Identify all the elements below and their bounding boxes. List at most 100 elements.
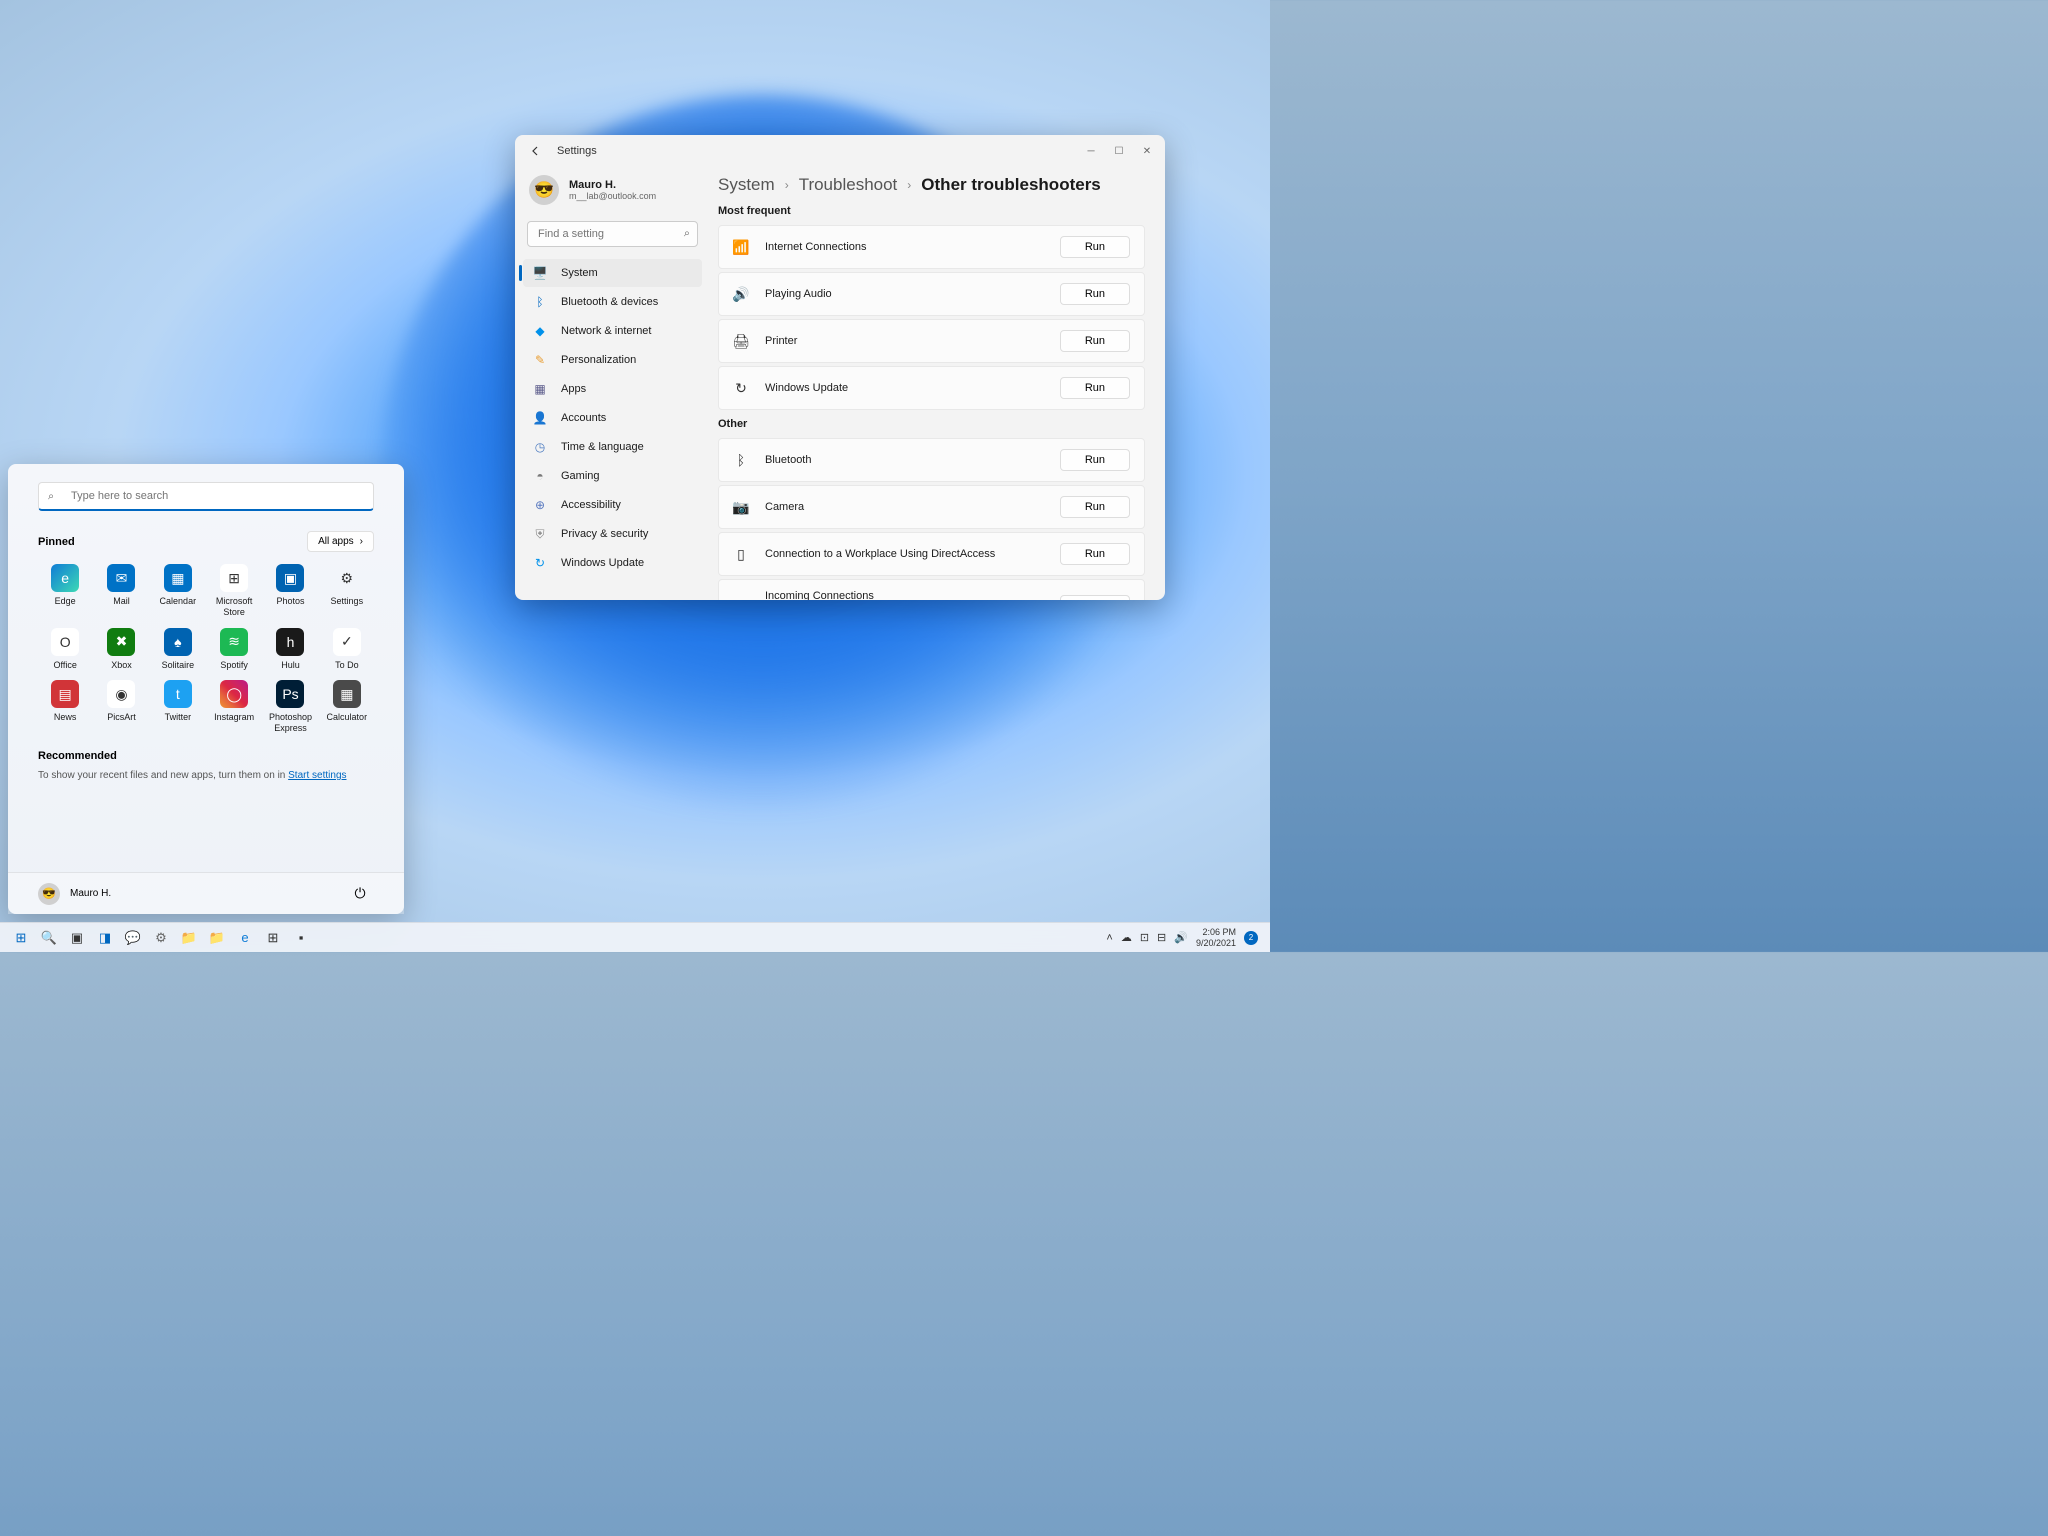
run-button[interactable]: Run [1060,377,1130,399]
back-button[interactable] [519,135,551,167]
app-tile-edge[interactable]: eEdge [38,560,92,622]
notification-badge[interactable]: 2 [1244,931,1258,945]
troubleshooter-row: ↻Windows UpdateRun [718,366,1145,410]
troubleshooter-label: Connection to a Workplace Using DirectAc… [765,548,1044,560]
app-icon: ▦ [164,564,192,592]
nav-label: Bluetooth & devices [561,296,658,308]
troubleshooter-row: ᛒ Bluetooth Run [718,438,1145,482]
taskbar-start-icon[interactable]: ⊞ [8,925,34,951]
volume-icon[interactable]: 🔊 [1174,931,1188,944]
app-tile-to-do[interactable]: ✓To Do [320,624,374,675]
app-label: Xbox [111,660,132,671]
app-tile-picsart[interactable]: ◉PicsArt [94,676,148,738]
run-button[interactable]: Run [1060,595,1130,600]
troubleshooter-label: Printer [765,335,1044,347]
nav-item-gaming[interactable]: ◓Gaming [523,462,702,490]
nav-icon: ◆ [533,324,547,338]
user-profile[interactable]: 😎 Mauro H. m__lab@outlook.com [523,167,702,221]
start-settings-link[interactable]: Start settings [288,770,346,781]
taskbar-terminal-icon[interactable]: ▪ [288,925,314,951]
troubleshooter-label: Bluetooth [765,454,1044,466]
app-tile-photos[interactable]: ▣Photos [263,560,317,622]
taskbar-taskview-icon[interactable]: ▣ [64,925,90,951]
network-board-icon[interactable]: ⊟ [1157,931,1166,944]
breadcrumb-troubleshoot[interactable]: Troubleshoot [799,175,898,195]
troubleshooter-icon: 📷 [733,499,749,516]
app-tile-spotify[interactable]: ≋Spotify [207,624,261,675]
run-button[interactable]: Run [1060,496,1130,518]
avatar-icon: 😎 [529,175,559,205]
run-button[interactable]: Run [1060,330,1130,352]
close-button[interactable]: ✕ [1133,139,1161,163]
app-tile-office[interactable]: OOffice [38,624,92,675]
taskbar: ⊞🔍▣◨💬⚙📁📁e⊞▪ ˄ ☁ ⊡ ⊟ 🔊 2:06 PM 9/20/2021 … [0,922,1270,952]
app-tile-photoshop-express[interactable]: PsPhotoshop Express [263,676,317,738]
user-name: Mauro H. [569,179,656,191]
nav-icon: ↻ [533,556,547,570]
footer-user-button[interactable]: 😎 Mauro H. [38,883,111,905]
run-button[interactable]: Run [1060,236,1130,258]
power-button[interactable]: ⏻ [346,880,374,908]
app-tile-calendar[interactable]: ▦Calendar [151,560,205,622]
run-button[interactable]: Run [1060,283,1130,305]
app-icon: ♠ [164,628,192,656]
nav-item-accessibility[interactable]: ⊕Accessibility [523,491,702,519]
all-apps-button[interactable]: All apps › [307,531,374,552]
app-tile-news[interactable]: ▤News [38,676,92,738]
nav-item-accounts[interactable]: 👤Accounts [523,404,702,432]
nav-item-privacy-security[interactable]: ⛨Privacy & security [523,520,702,548]
app-label: Instagram [214,712,254,723]
troubleshooter-icon: ᛒ [733,452,749,468]
nav-icon: ◷ [533,440,547,454]
nav-item-bluetooth-devices[interactable]: ᛒBluetooth & devices [523,288,702,316]
nav-item-system[interactable]: 🖥️System [523,259,702,287]
app-tile-twitter[interactable]: tTwitter [151,676,205,738]
taskbar-settings-icon[interactable]: ⚙ [148,925,174,951]
app-icon: ▤ [51,680,79,708]
app-tile-settings[interactable]: ⚙Settings [320,560,374,622]
taskbar-search-icon[interactable]: 🔍 [36,925,62,951]
nav-item-network-internet[interactable]: ◆Network & internet [523,317,702,345]
app-tile-hulu[interactable]: hHulu [263,624,317,675]
maximize-button[interactable]: ☐ [1105,139,1133,163]
run-button[interactable]: Run [1060,449,1130,471]
app-label: Microsoft Store [209,596,259,618]
app-tile-calculator[interactable]: ▦Calculator [320,676,374,738]
app-label: Photos [276,596,304,607]
taskbar-explorer2-icon[interactable]: 📁 [204,925,230,951]
section-most-frequent: Most frequent [718,205,1145,217]
app-icon: h [276,628,304,656]
taskbar-chat-icon[interactable]: 💬 [120,925,146,951]
taskbar-widgets-icon[interactable]: ◨ [92,925,118,951]
app-tile-solitaire[interactable]: ♠Solitaire [151,624,205,675]
nav-item-windows-update[interactable]: ↻Windows Update [523,549,702,577]
app-icon: ≋ [220,628,248,656]
nav-label: Apps [561,383,586,395]
app-tile-instagram[interactable]: ◯Instagram [207,676,261,738]
breadcrumb-system[interactable]: System [718,175,775,195]
taskbar-explorer-icon[interactable]: 📁 [176,925,202,951]
nav-label: Accounts [561,412,606,424]
troubleshooter-label: Internet Connections [765,241,1044,253]
update-icon[interactable]: ⊡ [1140,931,1149,944]
app-label: Office [53,660,76,671]
onedrive-icon[interactable]: ☁ [1121,931,1132,944]
taskbar-edge-icon[interactable]: e [232,925,258,951]
minimize-button[interactable]: ─ [1077,139,1105,163]
nav-item-personalization[interactable]: ✎Personalization [523,346,702,374]
troubleshooter-row: 📶Internet ConnectionsRun [718,225,1145,269]
nav-item-apps[interactable]: ▦Apps [523,375,702,403]
nav-item-time-language[interactable]: ◷Time & language [523,433,702,461]
tray-chevron-icon[interactable]: ˄ [1106,932,1112,944]
run-button[interactable]: Run [1060,543,1130,565]
clock[interactable]: 2:06 PM 9/20/2021 [1196,927,1236,949]
search-wrapper: ⌕ [527,221,698,247]
app-tile-xbox[interactable]: ✖Xbox [94,624,148,675]
settings-search-input[interactable] [527,221,698,247]
troubleshooter-row: ▯Connection to a Workplace Using DirectA… [718,532,1145,576]
taskbar-store-icon[interactable]: ⊞ [260,925,286,951]
app-tile-mail[interactable]: ✉Mail [94,560,148,622]
app-tile-microsoft-store[interactable]: ⊞Microsoft Store [207,560,261,622]
start-search-input[interactable] [38,482,374,511]
app-label: Photoshop Express [265,712,315,734]
